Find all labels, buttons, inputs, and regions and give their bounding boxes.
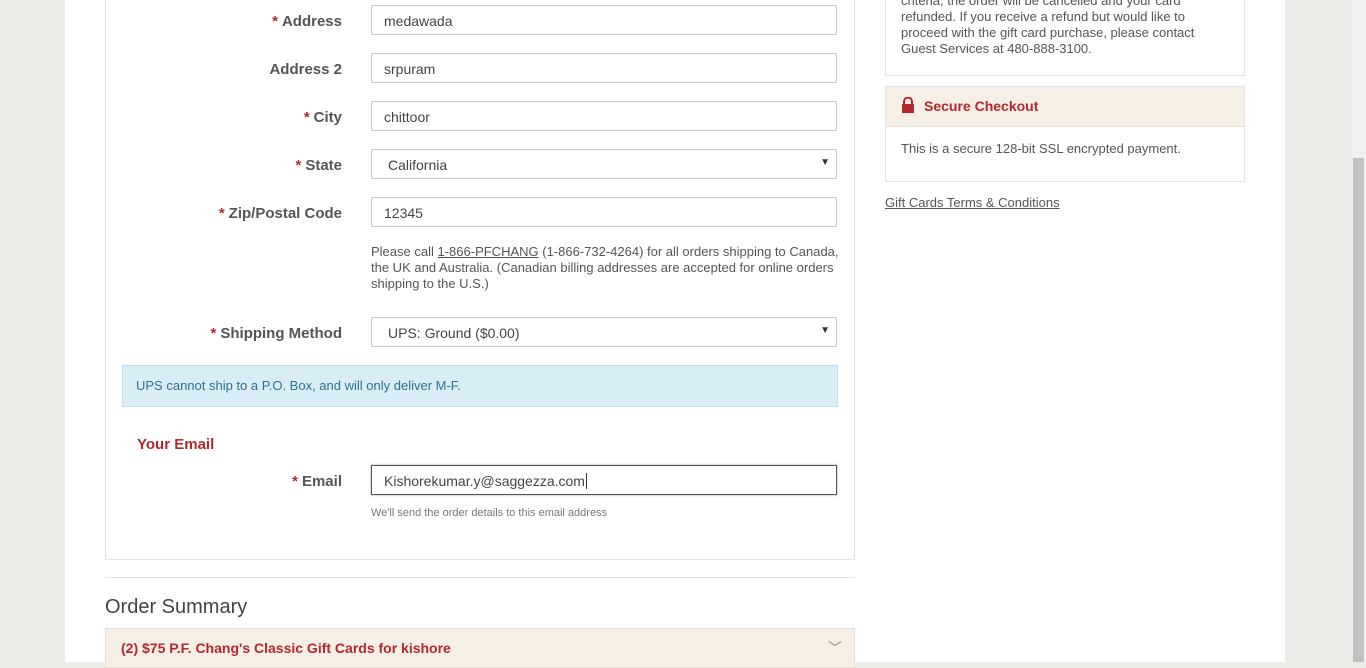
policy-box: criteria, the order will be cancelled an… — [885, 0, 1245, 76]
terms-link[interactable]: Gift Cards Terms & Conditions — [885, 195, 1060, 210]
chevron-down-icon: ▼ — [820, 157, 830, 168]
email-value: Kishorekumar.y@saggezza.com — [384, 473, 585, 489]
secure-checkout-box: Secure Checkout This is a secure 128-bit… — [885, 86, 1245, 182]
ups-notice: UPS cannot ship to a P.O. Box, and will … — [122, 365, 838, 407]
shipping-method-label: * Shipping Method — [210, 325, 342, 342]
address-input[interactable]: medawada — [371, 5, 837, 35]
scrollbar-thumb[interactable] — [1353, 158, 1364, 662]
shipping-form-panel: * Address medawada Address 2 srpuram * Cit… — [105, 0, 855, 560]
zip-row: * Zip/Postal Code 12345 — [106, 197, 856, 231]
text-cursor — [585, 473, 587, 489]
email-input[interactable]: Kishorekumar.y@saggezza.com — [371, 465, 837, 495]
shipping-method-row: * Shipping Method UPS: Ground ($0.00) ▼ — [106, 317, 856, 351]
address-label: * Address — [272, 13, 342, 30]
secure-checkout-header: Secure Checkout — [886, 87, 1244, 127]
email-row: * Email Kishorekumar.y@saggezza.com — [106, 465, 856, 499]
order-summary-title: Order Summary — [105, 596, 248, 618]
shipping-help-text: Please call 1-866-PFCHANG (1-866-732-426… — [371, 244, 839, 291]
address2-input[interactable]: srpuram — [371, 53, 837, 83]
order-summary-item[interactable]: (2) $75 P.F. Chang's Classic Gift Cards … — [105, 628, 855, 668]
address2-label: Address 2 — [269, 61, 342, 78]
secure-checkout-title: Secure Checkout — [924, 98, 1039, 114]
state-select[interactable]: California ▼ — [371, 149, 837, 179]
city-row: * City chittoor — [106, 101, 856, 135]
state-label: * State — [295, 157, 342, 174]
address2-row: Address 2 srpuram — [106, 53, 856, 87]
divider — [105, 577, 855, 578]
city-input[interactable]: chittoor — [371, 101, 837, 131]
policy-text: criteria, the order will be cancelled an… — [901, 0, 1195, 56]
city-label: * City — [303, 109, 342, 126]
page-content: * Address medawada Address 2 srpuram * Cit… — [65, 0, 1285, 668]
chevron-down-icon: ▼ — [820, 325, 830, 336]
order-item-label: (2) $75 P.F. Chang's Classic Gift Cards … — [121, 640, 451, 656]
shipping-method-selected-value: UPS: Ground ($0.00) — [388, 325, 520, 341]
zip-label: * Zip/Postal Code — [218, 205, 342, 222]
scrollbar[interactable] — [1351, 0, 1366, 662]
chevron-down-icon: ﹀ — [828, 640, 842, 656]
secure-checkout-text: This is a secure 128-bit SSL encrypted p… — [901, 141, 1181, 156]
state-row: * State California ▼ — [106, 149, 856, 183]
phone-link[interactable]: 1-866-PFCHANG — [437, 244, 538, 259]
lock-icon — [902, 97, 914, 113]
state-selected-value: California — [388, 157, 448, 173]
address-row: * Address medawada — [106, 5, 856, 39]
email-note: We'll send the order details to this ema… — [371, 507, 608, 519]
email-section-title: Your Email — [137, 436, 215, 453]
shipping-method-select[interactable]: UPS: Ground ($0.00) ▼ — [371, 317, 837, 347]
zip-input[interactable]: 12345 — [371, 197, 837, 227]
email-label: * Email — [292, 473, 342, 490]
